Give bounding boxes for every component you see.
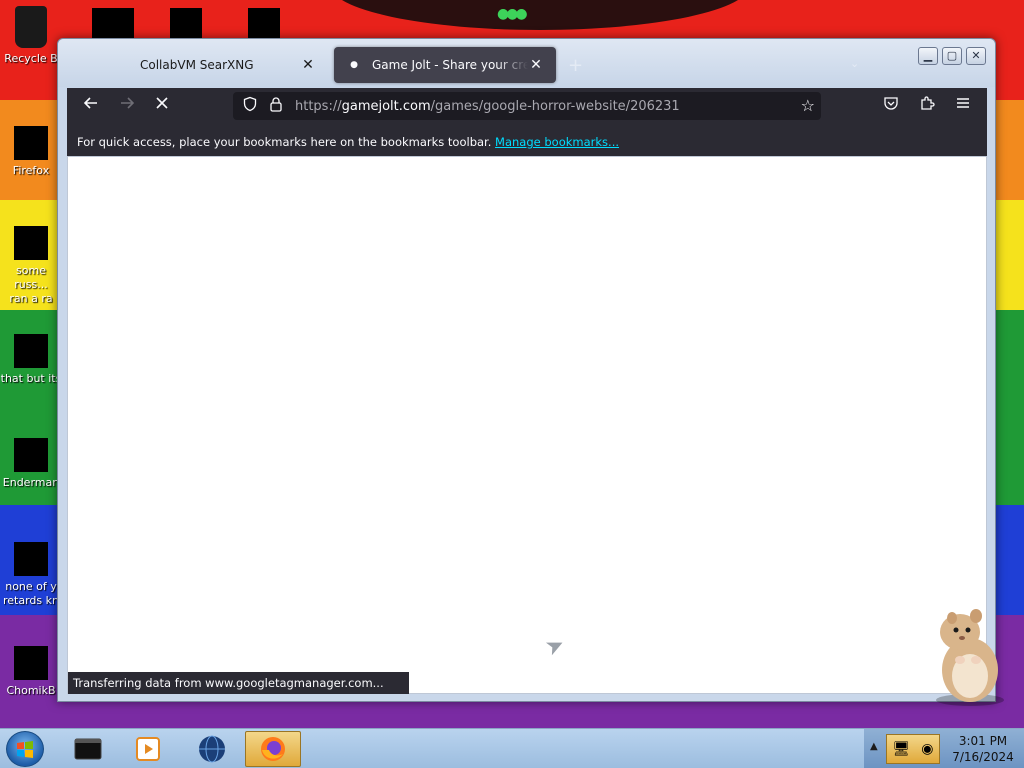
desktop-icon-shortcut-1[interactable]: some russ... ran a ra [0, 226, 62, 306]
globe-icon [199, 735, 225, 763]
desktop-icon-recycle-bin[interactable]: Recycle B [0, 6, 62, 66]
volume-icon[interactable]: ◉ [921, 741, 933, 757]
tab-game-jolt[interactable]: ● Game Jolt - Share your creations ✕ [334, 47, 556, 83]
tab-favicon [114, 57, 130, 73]
desktop-icon-shortcut-2[interactable]: that but its [0, 334, 62, 386]
loading-dot-icon: ● [350, 60, 358, 70]
browser-window: CollabVM SearXNG ✕ ● Game Jolt - Share y… [57, 38, 996, 702]
clock-time: 3:01 PM [958, 734, 1008, 748]
wallpaper-dots: ●●● [497, 6, 528, 22]
desktop-icon-label: Firefox [12, 164, 50, 177]
hamburger-menu-icon [957, 98, 969, 108]
desktop-icon-shortcut-3[interactable]: none of y retards kn [0, 542, 62, 608]
taskbar-firefox[interactable] [245, 731, 301, 767]
firefox-icon [14, 126, 48, 160]
stop-loading-button[interactable] [148, 94, 176, 118]
tray-icons-group[interactable]: 🖥 ◉ [886, 734, 940, 764]
puzzle-icon [921, 96, 935, 110]
pocket-icon [884, 97, 898, 110]
forward-arrow-icon [121, 97, 135, 109]
desktop-icon-label: ChomikB [6, 684, 56, 697]
recycle-bin-icon [15, 6, 47, 48]
firefox-icon [261, 737, 285, 761]
desktop-icon-enderman[interactable]: Enderman [0, 438, 62, 490]
desktop-icon-firefox[interactable]: Firefox [0, 126, 62, 178]
clock[interactable]: 3:01 PM 7/16/2024 [946, 733, 1020, 765]
terminal-icon [74, 738, 102, 760]
taskbar-media-player[interactable] [120, 731, 176, 767]
start-button[interactable] [6, 731, 44, 767]
bookmarks-empty-message: For quick access, place your bookmarks h… [77, 135, 492, 149]
desktop-top-icon-2[interactable] [170, 8, 202, 42]
app-menu-button[interactable] [949, 94, 977, 118]
clock-date: 7/16/2024 [952, 750, 1014, 764]
tracking-protection-shield-icon[interactable] [237, 96, 263, 116]
page-content-area[interactable]: ➤ Transferring data from www.googletagma… [67, 156, 987, 694]
taskbar-globe[interactable] [184, 731, 240, 767]
tab-title: Game Jolt - Share your creations [372, 58, 528, 72]
taskbar-terminal[interactable] [60, 731, 116, 767]
desktop-top-icon-3[interactable] [248, 8, 280, 42]
manage-bookmarks-link[interactable]: Manage bookmarks... [495, 135, 619, 149]
back-arrow-icon [83, 97, 97, 109]
desktop-icon-label: some russ... ran a ra [9, 264, 53, 305]
chomik-icon [14, 646, 48, 680]
browser-titlebar[interactable]: CollabVM SearXNG ✕ ● Game Jolt - Share y… [58, 39, 995, 87]
url-text[interactable]: https://gamejolt.com/games/google-horror… [295, 99, 680, 114]
url-host: gamejolt.com [341, 98, 431, 114]
system-tray: ▲ 🖥 ◉ 3:01 PM 7/16/2024 [864, 729, 1024, 768]
desktop-icon-label: that but its [0, 372, 62, 385]
media-player-icon [136, 737, 160, 761]
maximize-button[interactable]: ▢ [942, 47, 962, 65]
hamster-pet-icon[interactable] [926, 602, 1006, 708]
desktop-top-icon-1[interactable] [92, 8, 134, 42]
show-hidden-icons-arrow-icon[interactable]: ▲ [870, 741, 878, 752]
close-window-button[interactable]: ✕ [966, 47, 986, 65]
shortcut-icon [14, 226, 48, 260]
url-path: /games/google-horror-website/206231 [430, 98, 680, 114]
tab-close-icon[interactable]: ✕ [300, 57, 316, 73]
minimize-button[interactable]: ▁ [918, 47, 938, 65]
extensions-button[interactable] [913, 94, 941, 118]
windows-logo-icon [17, 741, 33, 758]
lock-icon[interactable] [263, 96, 289, 116]
address-bar[interactable]: https://gamejolt.com/games/google-horror… [233, 92, 821, 120]
network-icon[interactable]: 🖥 [893, 741, 911, 757]
bookmark-star-icon[interactable]: ☆ [801, 96, 815, 115]
back-button[interactable] [77, 94, 105, 118]
shortcut-icon [14, 334, 48, 368]
shortcut-icon [14, 542, 48, 576]
desktop-icon-label: Recycle B [4, 52, 58, 65]
navigation-toolbar: https://gamejolt.com/games/google-horror… [67, 88, 987, 124]
desktop-icon-label: Enderman [2, 476, 60, 489]
desktop-icon-chomik[interactable]: ChomikB [0, 646, 62, 698]
list-all-tabs-button[interactable]: ⌄ [850, 57, 859, 70]
wallpaper-arch [330, 0, 750, 30]
tab-close-icon[interactable]: ✕ [528, 57, 544, 73]
stop-x-icon [156, 97, 168, 109]
status-panel: Transferring data from www.googletagmana… [68, 672, 409, 694]
tab-title: CollabVM SearXNG [140, 58, 254, 72]
forward-button[interactable] [113, 94, 141, 118]
new-tab-button[interactable]: + [568, 55, 583, 76]
tab-collabvm-searxng[interactable]: CollabVM SearXNG ✕ [102, 47, 328, 83]
bookmarks-toolbar: For quick access, place your bookmarks h… [67, 124, 987, 156]
enderman-icon [14, 438, 48, 472]
taskbar: ▲ 🖥 ◉ 3:01 PM 7/16/2024 [0, 728, 1024, 768]
desktop-icon-label: none of y retards kn [3, 580, 59, 607]
pocket-button[interactable] [877, 94, 905, 118]
mouse-cursor-icon: ➤ [541, 631, 569, 662]
